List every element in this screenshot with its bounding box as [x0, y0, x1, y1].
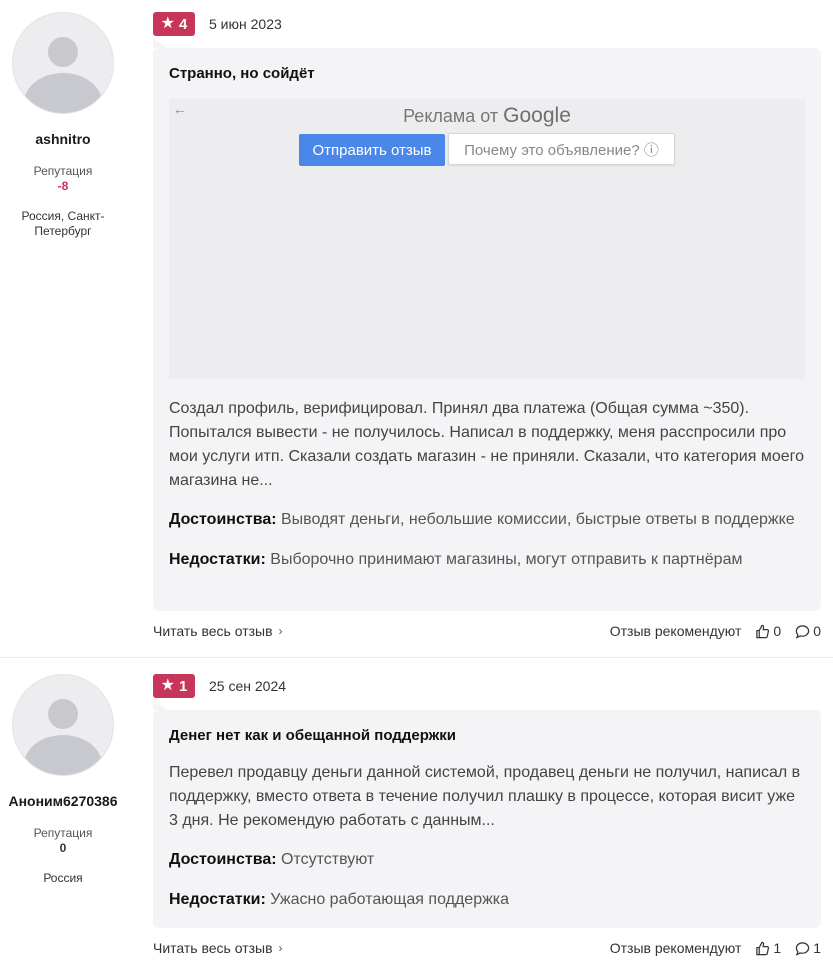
review-author: Аноним6270386 Репутация 0 Россия [0, 674, 126, 886]
likes-count: 0 [773, 623, 782, 639]
reputation-value: 0 [59, 841, 67, 855]
review-footer: Читать весь отзыв › Отзыв рекомендуют 1 … [153, 940, 821, 956]
read-full-review-link[interactable]: Читать весь отзыв › [153, 623, 283, 639]
star-icon: ★ [160, 677, 175, 694]
read-full-review-link[interactable]: Читать весь отзыв › [153, 940, 283, 956]
comments-button[interactable]: 0 [795, 623, 821, 639]
avatar[interactable] [12, 674, 114, 776]
review-pros: Достоинства: Выводят деньги, небольшие к… [169, 508, 805, 532]
reputation-value: -8 [57, 179, 69, 193]
cons-text: Ужасно работающая поддержка [270, 891, 510, 908]
reputation-label: Репутация [33, 826, 93, 840]
review-card: Денег нет как и обещанной поддержки Пере… [153, 700, 821, 928]
author-location: Россия [43, 871, 83, 885]
pros-label: Достоинства: [169, 511, 277, 528]
review-date: 5 июн 2023 [209, 16, 282, 32]
review-cons: Недостатки: Ужасно работающая поддержка [169, 888, 805, 912]
rating-value: 4 [179, 15, 188, 33]
recommend-label: Отзыв рекомендуют [609, 623, 742, 639]
recommend-label: Отзыв рекомендуют [609, 940, 742, 956]
pros-text: Отсутствуют [281, 851, 375, 868]
comments-button[interactable]: 1 [795, 940, 821, 956]
thumbs-up-icon [756, 941, 770, 955]
cons-text: Выборочно принимают магазины, могут отпр… [270, 551, 743, 568]
google-logo: Google [503, 104, 571, 127]
review-title[interactable]: Денег нет как и обещанной поддержки [169, 727, 805, 744]
username[interactable]: ashnitro [0, 131, 126, 147]
like-button[interactable]: 0 [755, 623, 781, 639]
comments-count: 0 [813, 623, 821, 639]
author-location: Россия, Санкт-Петербург [21, 209, 105, 238]
likes-count: 1 [773, 940, 782, 956]
why-this-ad-button[interactable]: Почему это объявление? ⓘ [448, 133, 675, 165]
avatar-placeholder-icon [48, 699, 78, 729]
ad-title: Реклама от Google [169, 104, 805, 128]
review-actions: Отзыв рекомендуют 1 1 [610, 940, 821, 956]
username[interactable]: Аноним6270386 [0, 793, 126, 809]
review-card: Странно, но сойдёт ← Реклама от Google О… [153, 38, 821, 611]
chevron-right-icon: › [278, 941, 283, 955]
cons-label: Недостатки: [169, 551, 266, 568]
review-meta: ★ 1 25 сен 2024 [153, 674, 286, 698]
send-feedback-button[interactable]: Отправить отзыв [299, 134, 445, 166]
review-meta: ★ 4 5 июн 2023 [153, 12, 282, 36]
star-icon: ★ [160, 15, 175, 32]
avatar[interactable] [12, 12, 114, 114]
review-author: ashnitro Репутация -8 Россия, Санкт-Пете… [0, 12, 126, 239]
review-actions: Отзыв рекомендуют 0 0 [610, 623, 821, 639]
avatar-placeholder-icon [48, 37, 78, 67]
cons-label: Недостатки: [169, 891, 266, 908]
thumbs-up-icon [756, 624, 770, 638]
rating-value: 1 [179, 677, 188, 695]
like-button[interactable]: 1 [755, 940, 781, 956]
review-2: Аноним6270386 Репутация 0 Россия ★ 1 25 … [0, 657, 833, 972]
comments-count: 1 [813, 940, 821, 956]
ad-title-prefix: Реклама от [403, 106, 499, 126]
pros-text: Выводят деньги, небольшие комиссии, быст… [281, 511, 795, 528]
reputation-label: Репутация [33, 164, 93, 178]
rating-badge: ★ 1 [153, 674, 195, 698]
review-1: ashnitro Репутация -8 Россия, Санкт-Пете… [0, 0, 833, 657]
ad-block: ← Реклама от Google Отправить отзыв Поче… [169, 99, 805, 379]
review-pros: Достоинства: Отсутствуют [169, 848, 805, 872]
read-more-label: Читать весь отзыв [153, 940, 273, 956]
review-text: Создал профиль, верифицировал. Принял дв… [169, 400, 805, 489]
comment-icon [795, 941, 810, 956]
review-date: 25 сен 2024 [209, 678, 287, 694]
pros-label: Достоинства: [169, 851, 277, 868]
review-footer: Читать весь отзыв › Отзыв рекомендуют 0 … [153, 623, 821, 639]
read-more-label: Читать весь отзыв [153, 623, 273, 639]
review-text: Перевел продавцу деньги данной системой,… [169, 764, 801, 829]
comment-icon [795, 624, 810, 639]
chevron-right-icon: › [278, 624, 283, 638]
rating-badge: ★ 4 [153, 12, 195, 36]
review-cons: Недостатки: Выборочно принимают магазины… [169, 548, 805, 572]
review-title[interactable]: Странно, но сойдёт [169, 65, 805, 82]
